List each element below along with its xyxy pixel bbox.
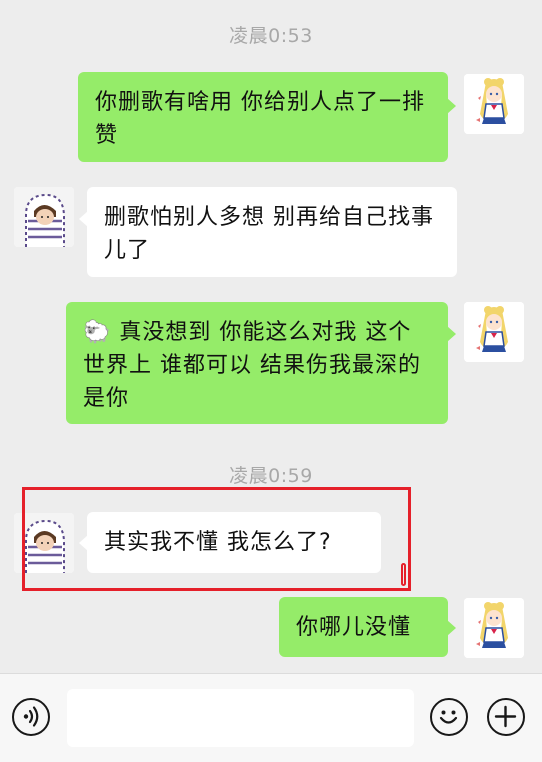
message-text: 删歌怕别人多想 别再给自己找事儿了 bbox=[104, 205, 434, 263]
highlight-mark bbox=[401, 563, 406, 586]
sent-message-bubble[interactable]: 你删歌有啥用 你给别人点了一排赞 bbox=[78, 72, 448, 162]
input-bar bbox=[0, 673, 542, 762]
avatar-image-icon bbox=[464, 302, 524, 362]
message-text: 你删歌有啥用 你给别人点了一排赞 bbox=[95, 90, 425, 148]
sent-message-bubble[interactable]: 你哪儿没懂 bbox=[279, 597, 448, 657]
message-text: 你哪儿没懂 bbox=[296, 615, 412, 640]
smiley-icon bbox=[439, 710, 458, 724]
emoji-button[interactable] bbox=[430, 698, 468, 736]
my-avatar[interactable] bbox=[464, 74, 524, 134]
avatar-image-icon bbox=[464, 74, 524, 134]
my-avatar[interactable] bbox=[464, 302, 524, 362]
timestamp: 凌晨0:59 bbox=[229, 465, 313, 487]
bubble-tail bbox=[447, 326, 456, 342]
more-button[interactable] bbox=[487, 698, 525, 736]
message-input[interactable] bbox=[67, 689, 414, 747]
avatar-image-icon bbox=[464, 598, 524, 658]
timestamp: 凌晨0:53 bbox=[229, 25, 313, 47]
received-message-bubble[interactable]: 删歌怕别人多想 别再给自己找事儿了 bbox=[87, 187, 457, 277]
sent-message-bubble[interactable]: 🐑 真没想到 你能这么对我 这个世界上 谁都可以 结果伤我最深的是你 bbox=[66, 302, 448, 424]
voice-icon bbox=[23, 706, 39, 727]
voice-button[interactable] bbox=[12, 698, 50, 736]
message-text: 真没想到 你能这么对我 这个世界上 谁都可以 结果伤我最深的是你 bbox=[83, 320, 421, 411]
sheep-emoji-icon: 🐑 bbox=[83, 320, 112, 345]
highlight-box bbox=[22, 487, 411, 591]
avatar-image-icon bbox=[14, 187, 74, 247]
bubble-tail bbox=[447, 620, 456, 636]
plus-icon bbox=[494, 705, 517, 728]
bubble-tail bbox=[447, 98, 456, 114]
my-avatar[interactable] bbox=[464, 598, 524, 658]
contact-avatar[interactable] bbox=[14, 187, 74, 247]
